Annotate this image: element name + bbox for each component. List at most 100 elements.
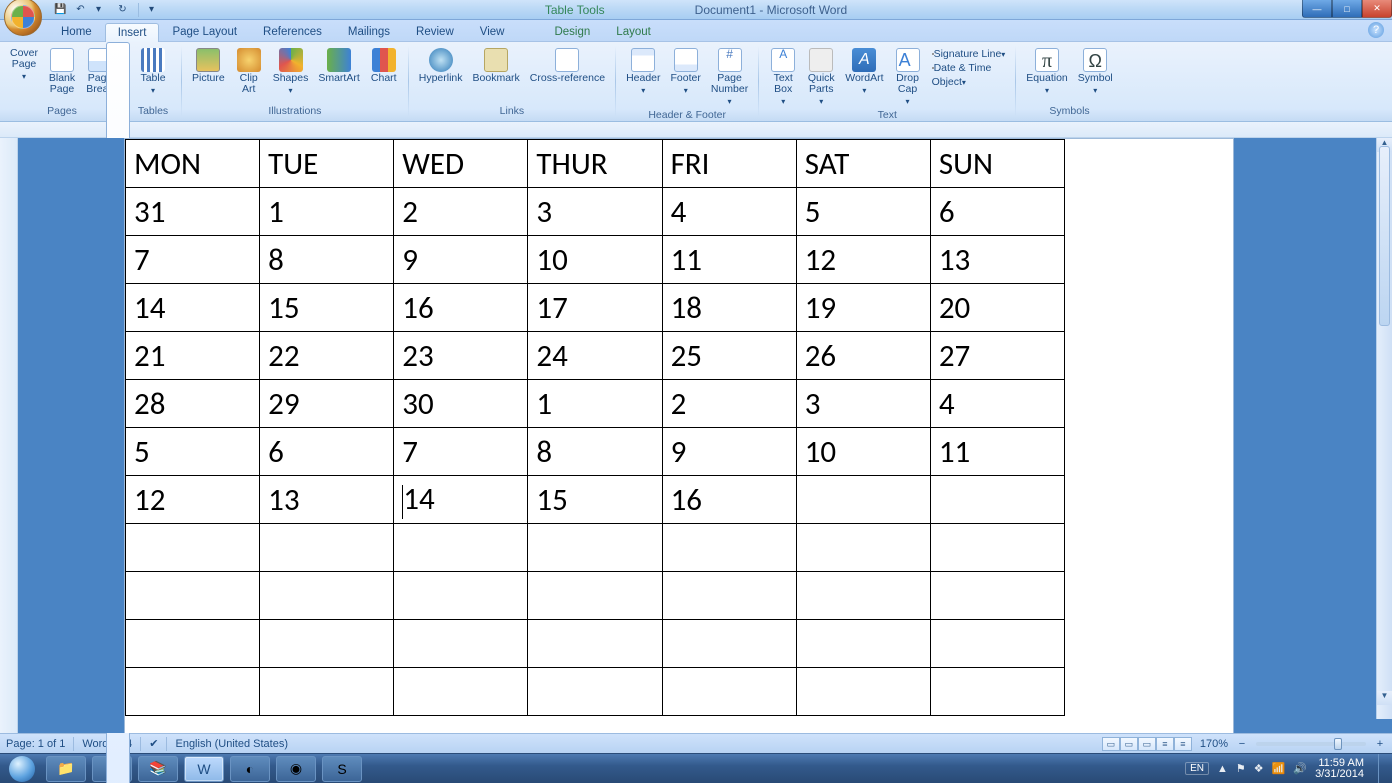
undo-drop-icon[interactable]: ▾ xyxy=(96,4,107,15)
table-cell[interactable] xyxy=(930,476,1064,524)
tray-volume-icon[interactable]: 🔊 xyxy=(1293,762,1307,775)
table-row[interactable] xyxy=(126,572,1065,620)
tray-show-hidden-icon[interactable]: ▲ xyxy=(1217,763,1228,775)
header-button[interactable]: Header xyxy=(622,46,664,98)
quick-parts-button[interactable]: Quick Parts xyxy=(803,46,839,109)
scroll-thumb[interactable] xyxy=(1379,146,1390,326)
show-desktop-button[interactable] xyxy=(1378,754,1388,783)
table-cell[interactable] xyxy=(126,524,260,572)
table-cell[interactable]: 8 xyxy=(260,236,394,284)
web-layout-view-button[interactable]: ▭ xyxy=(1138,737,1156,751)
table-button[interactable]: Table xyxy=(131,46,175,98)
zoom-level[interactable]: 170% xyxy=(1200,738,1228,750)
table-cell[interactable]: 14 xyxy=(126,284,260,332)
table-row[interactable] xyxy=(126,620,1065,668)
table-cell[interactable]: 7 xyxy=(126,236,260,284)
hyperlink-button[interactable]: Hyperlink xyxy=(415,46,467,86)
header-cell[interactable]: WED xyxy=(394,140,528,188)
table-cell[interactable] xyxy=(528,524,662,572)
cross-reference-button[interactable]: Cross-reference xyxy=(526,46,609,86)
header-cell[interactable]: SAT xyxy=(796,140,930,188)
signature-line-button[interactable]: Signature Line xyxy=(932,48,1006,60)
minimize-button[interactable]: — xyxy=(1302,0,1332,18)
table-cell[interactable]: 11 xyxy=(662,236,796,284)
table-cell[interactable]: 3 xyxy=(528,188,662,236)
tab-review[interactable]: Review xyxy=(403,22,467,41)
table-cell[interactable] xyxy=(930,524,1064,572)
tray-network-icon[interactable]: ❖ xyxy=(1254,762,1264,775)
table-cell[interactable] xyxy=(528,668,662,716)
close-button[interactable]: ✕ xyxy=(1362,0,1392,18)
table-cell[interactable]: 2 xyxy=(662,380,796,428)
table-cell[interactable] xyxy=(260,668,394,716)
task-skype[interactable]: S xyxy=(322,756,362,782)
table-cell[interactable]: 5 xyxy=(126,428,260,476)
table-cell[interactable]: 6 xyxy=(930,188,1064,236)
table-row[interactable]: 2829301234 xyxy=(126,380,1065,428)
table-cell[interactable]: 20 xyxy=(930,284,1064,332)
table-cell[interactable]: 15 xyxy=(528,476,662,524)
tab-layout[interactable]: Layout xyxy=(603,22,664,41)
table-row[interactable]: 567891011 xyxy=(126,428,1065,476)
table-cell[interactable] xyxy=(260,524,394,572)
help-icon[interactable]: ? xyxy=(1368,22,1384,38)
equation-button[interactable]: Equation xyxy=(1022,46,1071,98)
table-cell[interactable] xyxy=(930,668,1064,716)
table-cell[interactable]: 16 xyxy=(394,284,528,332)
table-cell[interactable]: 12 xyxy=(796,236,930,284)
save-icon[interactable]: 💾 xyxy=(54,4,65,15)
table-cell[interactable]: 12 xyxy=(126,476,260,524)
table-cell[interactable]: 2 xyxy=(394,188,528,236)
page-number-button[interactable]: Page Number xyxy=(707,46,752,109)
footer-button[interactable]: Footer xyxy=(667,46,705,98)
header-cell[interactable]: THUR xyxy=(528,140,662,188)
redo-icon[interactable]: ↻ xyxy=(117,4,128,15)
table-cell[interactable] xyxy=(796,668,930,716)
vertical-ruler[interactable] xyxy=(0,138,18,733)
table-cell[interactable]: 4 xyxy=(930,380,1064,428)
print-layout-view-button[interactable]: ▭ xyxy=(1102,737,1120,751)
chart-button[interactable]: Chart xyxy=(366,46,402,86)
table-cell[interactable]: 18 xyxy=(662,284,796,332)
table-cell[interactable] xyxy=(662,668,796,716)
table-cell[interactable] xyxy=(394,572,528,620)
document-viewport[interactable]: MONTUEWEDTHURFRISATSUN311234567891011121… xyxy=(18,138,1392,733)
table-cell[interactable]: 25 xyxy=(662,332,796,380)
table-row[interactable]: 21222324252627 xyxy=(126,332,1065,380)
language-indicator[interactable]: English (United States) xyxy=(175,738,288,750)
symbol-button[interactable]: Symbol xyxy=(1074,46,1117,98)
table-cell[interactable]: 15 xyxy=(260,284,394,332)
table-cell[interactable]: 9 xyxy=(394,236,528,284)
table-row[interactable] xyxy=(126,668,1065,716)
tab-mailings[interactable]: Mailings xyxy=(335,22,403,41)
table-cell[interactable]: 9 xyxy=(662,428,796,476)
blank-page-button[interactable]: Blank Page xyxy=(44,46,80,97)
table-cell[interactable] xyxy=(126,572,260,620)
table-cell[interactable] xyxy=(796,524,930,572)
table-cell[interactable]: 27 xyxy=(930,332,1064,380)
task-eclipse[interactable]: ◐ xyxy=(230,756,270,782)
header-cell[interactable]: TUE xyxy=(260,140,394,188)
table-cell[interactable]: 29 xyxy=(260,380,394,428)
vertical-scrollbar[interactable]: ▲ ▼ xyxy=(1376,138,1392,719)
drop-cap-button[interactable]: Drop Cap xyxy=(890,46,926,109)
table-cell[interactable] xyxy=(930,620,1064,668)
table-cell[interactable]: 10 xyxy=(528,236,662,284)
tab-page-layout[interactable]: Page Layout xyxy=(159,22,250,41)
table-cell[interactable] xyxy=(126,620,260,668)
tab-view[interactable]: View xyxy=(467,22,518,41)
table-cell[interactable]: 4 xyxy=(662,188,796,236)
table-row[interactable]: MONTUEWEDTHURFRISATSUN xyxy=(126,140,1065,188)
horizontal-ruler[interactable] xyxy=(0,122,1392,138)
table-cell[interactable] xyxy=(796,572,930,620)
table-cell[interactable]: 30 xyxy=(394,380,528,428)
task-explorer[interactable]: 📁 xyxy=(46,756,86,782)
clip-art-button[interactable]: Clip Art xyxy=(231,46,267,97)
table-cell[interactable]: 8 xyxy=(528,428,662,476)
table-cell[interactable]: 5 xyxy=(796,188,930,236)
table-row[interactable]: 78910111213 xyxy=(126,236,1065,284)
header-cell[interactable]: FRI xyxy=(662,140,796,188)
table-cell[interactable]: 13 xyxy=(930,236,1064,284)
table-cell[interactable]: 31 xyxy=(126,188,260,236)
table-cell[interactable]: 3 xyxy=(796,380,930,428)
